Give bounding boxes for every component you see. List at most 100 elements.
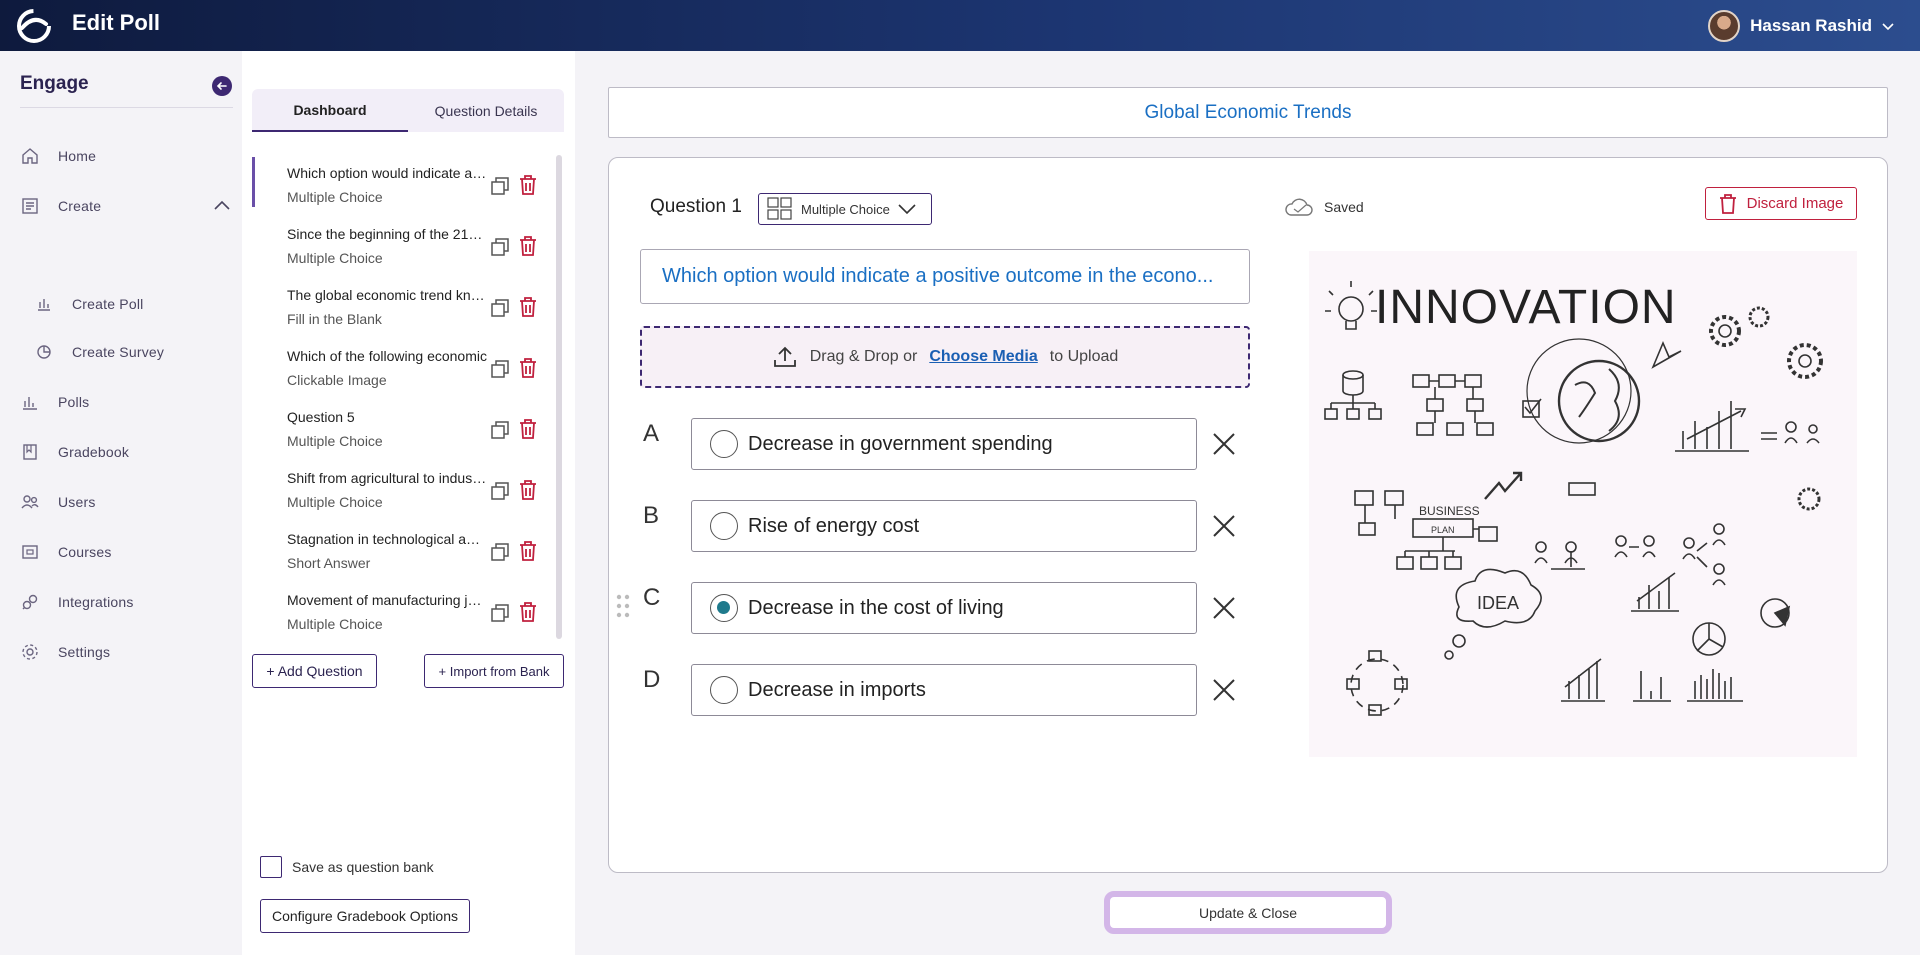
sidebar-item-create-survey[interactable]: Create Survey [36,339,164,365]
question-list-item[interactable]: The global economic trend known as Fill … [252,277,554,338]
chevron-down-icon[interactable] [1882,20,1894,32]
remove-option-icon[interactable] [1211,677,1237,703]
arrow-left-icon [216,82,227,90]
image-idea-text: IDEA [1477,593,1519,613]
sidebar-item-create[interactable]: Create [20,193,101,219]
duplicate-icon[interactable] [490,603,510,623]
question-text-input[interactable]: Which option would indicate a positive o… [640,249,1250,304]
sidebar-item-polls[interactable]: Polls [20,389,89,415]
upload-text-suffix: to Upload [1049,348,1119,365]
question-list-item[interactable]: Stagnation in technological advancement … [252,521,554,582]
option-c-input[interactable]: Decrease in the cost of living [691,582,1197,634]
duplicate-icon[interactable] [490,176,510,196]
trash-icon[interactable] [518,479,538,501]
question-list-item[interactable]: Since the beginning of the 21st century … [252,216,554,277]
option-b-input[interactable]: Rise of energy cost [691,500,1197,552]
trash-icon[interactable] [518,357,538,379]
option-a-radio[interactable] [710,430,738,458]
configure-gradebook-button[interactable]: Configure Gradebook Options [260,899,470,933]
save-status-text: Saved [1324,199,1364,215]
avatar[interactable] [1708,10,1741,42]
tab-question-details[interactable]: Question Details [408,89,564,132]
question-item-title: Which of the following economic [287,348,487,364]
upload-icon [773,346,796,367]
poll-title-input[interactable]: Global Economic Trends [608,87,1888,138]
sidebar-item-home[interactable]: Home [20,143,96,169]
question-editor: Question 1 Multiple Choice Saved Discard… [608,157,1888,873]
sidebar-item-gradebook[interactable]: Gradebook [20,439,129,465]
duplicate-icon[interactable] [490,420,510,440]
sidebar-item-courses[interactable]: Courses [20,539,112,565]
question-type-dropdown[interactable]: Multiple Choice [758,193,932,225]
duplicate-icon[interactable] [490,298,510,318]
sidebar-item-create-poll[interactable]: Create Poll [36,291,143,317]
users-icon [21,495,39,509]
app-logo-icon[interactable] [12,6,56,46]
question-type-value: Multiple Choice [801,201,890,217]
option-d-radio[interactable] [710,676,738,704]
image-plan-text: PLAN [1431,525,1455,535]
remove-option-icon[interactable] [1211,595,1237,621]
question-item-title: Which option would indicate a positive o… [287,165,487,181]
question-item-type: Short Answer [287,555,371,571]
media-upload-zone[interactable]: Drag & Drop or Choose Media to Upload [640,326,1250,388]
question-list-item[interactable]: Movement of manufacturing jobs Multiple … [252,582,554,643]
import-from-bank-button[interactable]: + Import from Bank [424,654,564,688]
question-item-title: Stagnation in technological advancement [287,531,487,547]
trash-icon[interactable] [518,418,538,440]
survey-icon [37,345,51,359]
question-number-label: Question 1 [650,196,742,217]
trash-icon[interactable] [518,540,538,562]
remove-option-icon[interactable] [1211,431,1237,457]
save-as-bank-label: Save as question bank [292,859,434,875]
innovation-sketch-image: INNOVATION BUSINESS PLAN IDEA [1324,281,1823,716]
trash-icon[interactable] [518,235,538,257]
update-close-button[interactable]: Update & Close [1104,891,1392,934]
sidebar-item-label: Create Survey [72,344,165,360]
question-list-item[interactable]: Which of the following economic Clickabl… [252,338,554,399]
drag-handle-icon[interactable] [615,592,631,620]
duplicate-icon[interactable] [490,237,510,257]
option-text: Decrease in imports [748,678,926,701]
gradebook-icon [23,444,37,460]
trash-icon[interactable] [518,601,538,623]
question-item-type: Clickable Image [287,372,387,388]
upload-text-prefix: Drag & Drop or [809,348,918,365]
option-c-radio-selected[interactable] [710,594,738,622]
question-item-type: Multiple Choice [287,494,383,510]
divider [20,107,233,108]
sidebar-item-settings[interactable]: Settings [20,639,110,665]
duplicate-icon[interactable] [490,481,510,501]
option-d-input[interactable]: Decrease in imports [691,664,1197,716]
question-list-scrollbar[interactable] [556,155,562,639]
user-menu[interactable]: Hassan Rashid [1708,10,1894,42]
chevron-up-icon[interactable] [213,197,231,215]
top-bar: Edit Poll Hassan Rashid [0,0,1920,51]
question-list-item[interactable]: Shift from agricultural to industrial Mu… [252,460,554,521]
question-list-item[interactable]: Question 5 Multiple Choice [252,399,554,460]
option-letter: A [643,420,660,447]
option-text: Rise of energy cost [748,514,920,537]
option-a-input[interactable]: Decrease in government spending [691,418,1197,470]
trash-icon[interactable] [518,174,538,196]
discard-image-button[interactable]: Discard Image [1705,187,1857,220]
add-question-button[interactable]: + Add Question [252,654,377,688]
remove-option-icon[interactable] [1211,513,1237,539]
question-list-item[interactable]: Which option would indicate a positive o… [252,155,554,216]
save-as-bank-checkbox[interactable] [260,856,282,878]
duplicate-icon[interactable] [490,359,510,379]
question-list: Which option would indicate a positive o… [252,155,554,643]
duplicate-icon[interactable] [490,542,510,562]
choose-media-link[interactable]: Choose Media [929,348,1037,366]
home-icon [22,148,38,164]
tab-dashboard[interactable]: Dashboard [252,89,408,132]
sidebar-item-users[interactable]: Users [20,489,96,515]
collapse-sidebar-button[interactable] [212,76,232,96]
trash-icon[interactable] [518,296,538,318]
save-as-bank-option[interactable]: Save as question bank [260,856,434,878]
question-item-title: Since the beginning of the 21st century [287,226,487,242]
sidebar-item-integrations[interactable]: Integrations [20,589,134,615]
question-item-title: The global economic trend known as [287,287,487,303]
option-text: Decrease in the cost of living [748,596,1004,619]
option-b-radio[interactable] [710,512,738,540]
